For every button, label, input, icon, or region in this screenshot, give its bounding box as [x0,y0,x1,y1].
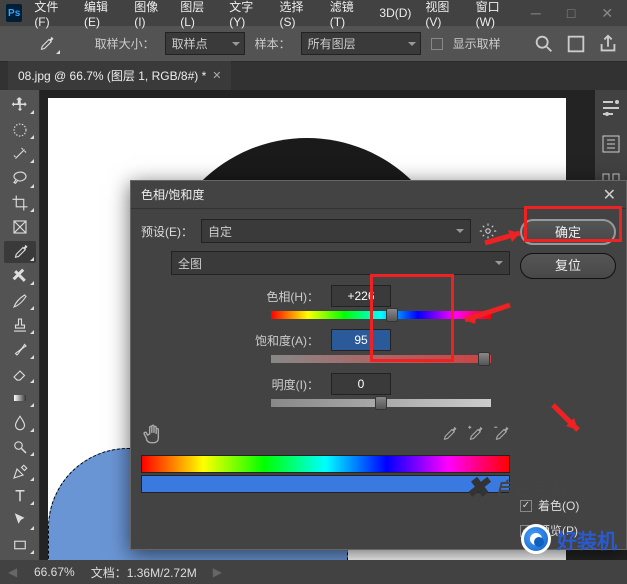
sample-label: 样本： [255,35,291,52]
menu-edit[interactable]: 编辑(E) [78,0,126,33]
show-sample-label: 显示取样 [453,35,501,52]
spot-heal-tool[interactable] [4,265,36,287]
ok-button[interactable]: 确定 [520,219,616,245]
ps-logo: Ps [6,4,22,22]
frame-tool[interactable] [4,216,36,238]
adjustments-icon[interactable] [599,132,623,156]
crop-tool[interactable] [4,192,36,214]
brush-tool[interactable] [4,289,36,311]
eraser-tool[interactable] [4,363,36,385]
close-window-button[interactable]: ✕ [593,3,621,24]
search-icon[interactable] [533,33,555,55]
status-bar: ◀ 66.67% 文档：1.36M/2.72M ▶ [0,560,627,584]
eyedropper-set [440,425,510,443]
preset-dropdown[interactable]: 自定 [201,219,471,243]
doc-size-value: 1.36M/2.72M [127,566,197,580]
gear-icon[interactable] [479,222,497,240]
menu-window[interactable]: 窗口(W) [470,0,521,33]
properties-icon[interactable] [599,96,623,120]
saturation-input[interactable] [331,329,391,351]
result-color-bar [141,475,510,493]
watermark-icon: ✖ [466,471,489,504]
sample-size-label: 取样大小： [95,35,155,52]
lightness-label: 明度(I)： [171,376,331,393]
maximize-button[interactable]: □ [559,3,583,24]
rectangle-tool[interactable] [4,534,36,556]
zoom-level[interactable]: 66.67% [34,565,75,579]
watermark-text: 自由互联 [495,475,567,501]
eyedropper-tool-icon[interactable] [30,32,62,56]
minimize-button[interactable]: ─ [523,3,549,24]
tab-title: 08.jpg @ 66.7% (图层 1, RGB/8#) * [18,67,206,84]
menu-file[interactable]: 文件(F) [28,0,76,33]
watermark: ✖ 自由互联 [466,471,567,504]
doc-size-label: 文档： [91,566,127,580]
eyedropper-plus-icon[interactable] [466,425,484,443]
document-tab[interactable]: 08.jpg @ 66.7% (图层 1, RGB/8#) * ✕ [8,60,231,90]
saturation-label: 饱和度(A)： [171,332,331,349]
hue-input[interactable] [331,285,391,307]
hue-slider[interactable] [271,311,491,319]
preset-label: 预设(E)： [141,223,193,240]
reset-button[interactable]: 复位 [520,253,616,279]
menu-bar: Ps 文件(F) 编辑(E) 图像(I) 图层(L) 文字(Y) 选择(S) 滤… [0,0,627,26]
watermark: 好装机 [521,524,617,554]
path-select-tool[interactable] [4,509,36,531]
dialog-titlebar[interactable]: 色相/饱和度 ✕ [131,181,626,209]
chevron-right-icon[interactable]: ▶ [213,565,223,579]
stamp-tool[interactable] [4,314,36,336]
watermark-text: 好装机 [557,525,617,554]
menu-view[interactable]: 视图(V) [419,0,467,33]
hue-label: 色相(H)： [171,288,331,305]
tab-bar: 08.jpg @ 66.7% (图层 1, RGB/8#) * ✕ [0,62,627,90]
move-tool[interactable] [4,94,36,116]
text-tool[interactable] [4,485,36,507]
sample-dropdown[interactable]: 所有图层 [301,32,421,55]
workspace-icon[interactable] [565,33,587,55]
eyedropper-tool[interactable] [4,241,36,263]
blur-tool[interactable] [4,411,36,433]
sample-size-dropdown[interactable]: 取样点 [165,32,245,55]
menu-3d[interactable]: 3D(D) [373,2,417,24]
dialog-close-icon[interactable]: ✕ [603,185,616,205]
hue-spectrum-bar [141,455,510,473]
magic-wand-tool[interactable] [4,143,36,165]
watermark-icon [521,524,551,554]
saturation-slider[interactable] [271,355,491,363]
share-icon[interactable] [597,33,619,55]
lightness-input[interactable] [331,373,391,395]
eyedropper-minus-icon[interactable] [492,425,510,443]
eyedropper-icon[interactable] [440,425,458,443]
marquee-tool[interactable] [4,118,36,140]
gradient-tool[interactable] [4,387,36,409]
menu-image[interactable]: 图像(I) [128,0,172,33]
menu-filter[interactable]: 滤镜(T) [324,0,372,33]
menu-layer[interactable]: 图层(L) [174,0,221,33]
lightness-slider[interactable] [271,399,491,407]
hand-tool-icon[interactable] [141,421,167,447]
channel-dropdown[interactable]: 全图 [171,251,510,275]
tab-close-icon[interactable]: ✕ [212,69,221,82]
history-brush-tool[interactable] [4,338,36,360]
dodge-tool[interactable] [4,436,36,458]
show-sample-checkbox[interactable] [431,38,443,50]
toolbar [0,90,40,560]
menu-type[interactable]: 文字(Y) [223,0,271,33]
menu-select[interactable]: 选择(S) [274,0,322,33]
chevron-left-icon[interactable]: ◀ [8,565,18,579]
lasso-tool[interactable] [4,167,36,189]
pen-tool[interactable] [4,460,36,482]
dialog-title-text: 色相/饱和度 [141,186,204,203]
